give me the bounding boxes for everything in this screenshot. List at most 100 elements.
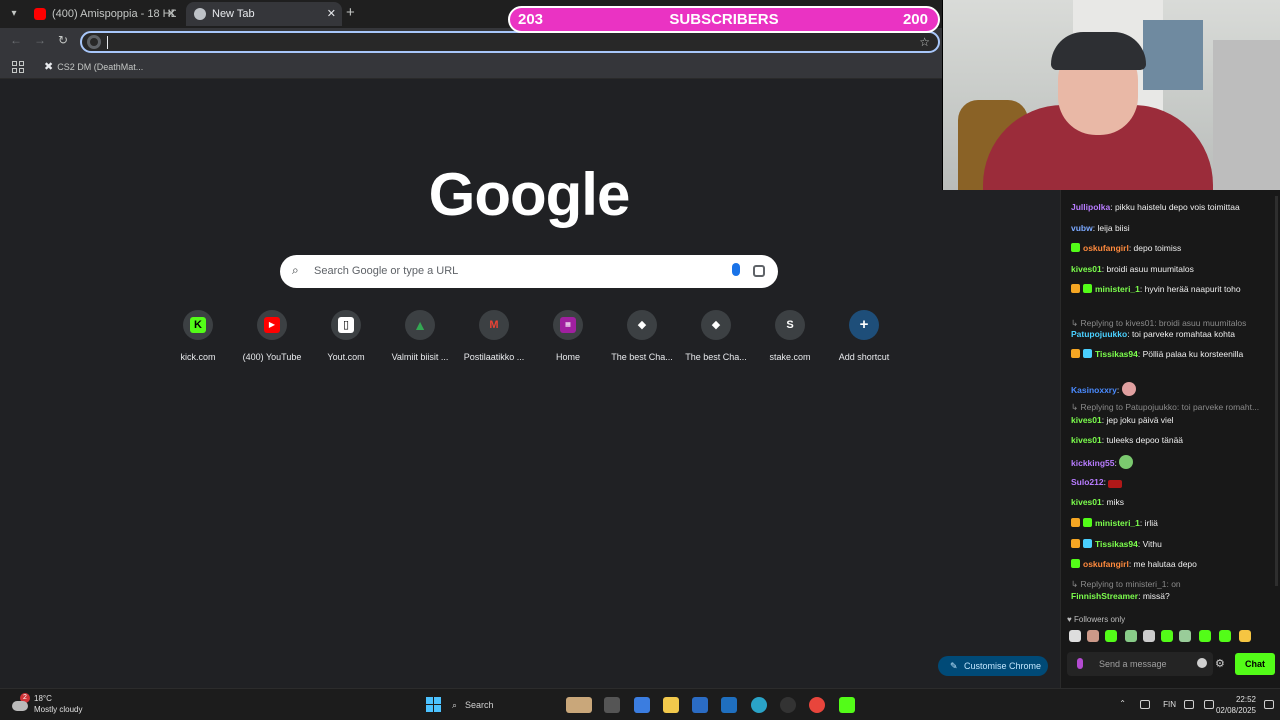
badge-icon [1071, 518, 1080, 527]
badge-icon [1071, 559, 1080, 568]
x-logo-icon: ✖ [44, 61, 54, 73]
copilot-icon[interactable] [634, 697, 650, 713]
shortcut-stake[interactable]: S stake.com [752, 310, 828, 362]
chat-message-input[interactable]: Send a message [1067, 652, 1213, 676]
taskbar-search[interactable]: ⌕ Search [452, 696, 572, 714]
badge-icon [1083, 284, 1092, 293]
youtube-icon: ▶ [264, 317, 280, 333]
shortcut-kick[interactable]: K kick.com [160, 310, 236, 362]
pencil-icon: ✎ [950, 661, 958, 671]
shortcut-gmail[interactable]: M Postilaatikko ... [456, 310, 532, 362]
chat-message: kives01: jep joku päivä viel [1071, 415, 1174, 425]
cloud-icon [12, 701, 28, 711]
tab-label: (400) Amispoppia - 18 HD - Yo [52, 8, 176, 20]
close-tab-icon[interactable]: ✕ [167, 2, 176, 26]
language-indicator[interactable]: FIN [1163, 700, 1176, 709]
back-icon[interactable]: ← [10, 33, 22, 47]
network-icon[interactable] [1140, 700, 1150, 709]
tab-label: New Tab [212, 8, 255, 20]
plus-icon: + [859, 316, 869, 333]
badge-icon [1083, 539, 1092, 548]
close-tab-icon[interactable]: ✕ [327, 2, 336, 26]
wifi-icon[interactable] [1184, 700, 1194, 709]
forward-icon[interactable]: → [34, 33, 46, 47]
google-icon [87, 35, 101, 49]
gmail-icon: M [489, 319, 499, 331]
new-tab-icon [194, 8, 206, 20]
shortcut-label: Home [555, 352, 580, 362]
chat-message: Kasinoxxry: [1071, 382, 1267, 397]
customise-chrome-button[interactable]: ✎ Customise Chrome [938, 656, 1048, 676]
chat-message: Tissikas94: Pölliä palaa ku korsteenilla [1071, 348, 1267, 361]
clock[interactable]: 22:52 02/08/2025 [1216, 694, 1256, 716]
shortcut-drive[interactable]: ▲ Valmiit biisit ... [382, 310, 458, 362]
followers-only-notice: ♥ Followers only [1067, 615, 1126, 624]
emoji-icon[interactable] [1197, 658, 1207, 668]
edge-icon[interactable] [751, 697, 767, 713]
gear-icon[interactable]: ⚙ [1215, 657, 1225, 670]
file-explorer-icon[interactable] [663, 697, 679, 713]
google-logo: Google [428, 161, 631, 228]
media-player-icon[interactable] [780, 697, 796, 713]
search-placeholder: Search Google or type a URL [314, 265, 459, 277]
bookmark-label: CS2 DM (DeathMat... [57, 62, 144, 72]
chevron-up-icon[interactable]: ⌃ [1119, 699, 1126, 708]
search-box[interactable]: ⌕ Search Google or type a URL [280, 255, 778, 288]
tab-youtube[interactable]: (400) Amispoppia - 18 HD - Yo ✕ [26, 2, 182, 26]
chat-message: oskufangirl: depo toimiss [1071, 242, 1267, 255]
weather-widget[interactable]: 2 18°C Mostly cloudy [12, 693, 82, 715]
shortcut-yout[interactable]: ▯ Yout.com [308, 310, 384, 362]
youtube-icon [34, 8, 46, 20]
shortcut-label: (400) YouTube [242, 352, 302, 362]
chat-placeholder: Send a message [1099, 659, 1167, 669]
emote-bar[interactable] [1069, 630, 1259, 644]
reload-icon[interactable]: ↻ [58, 33, 68, 47]
microphone-icon[interactable] [732, 263, 740, 276]
dice-icon: ◆ [711, 319, 721, 331]
address-bar[interactable]: ☆ [80, 31, 940, 53]
task-view-icon[interactable] [604, 697, 620, 713]
shortcut-youtube[interactable]: ▶ (400) YouTube [234, 310, 310, 362]
tab-search-icon[interactable]: ▾ [6, 6, 22, 22]
badge-icon [1071, 349, 1080, 358]
subscriber-goal: 200 [902, 11, 928, 28]
chrome-icon[interactable] [809, 697, 825, 713]
shortcut-label: Add shortcut [838, 352, 890, 362]
shortcut-label: Postilaatikko ... [463, 352, 525, 362]
text-caret [107, 36, 108, 49]
chat-scrollbar[interactable] [1275, 196, 1278, 586]
shortcut-best-cha-2[interactable]: ◆ The best Cha... [678, 310, 754, 362]
windows-start-icon[interactable] [426, 697, 442, 713]
new-tab-button[interactable]: + [346, 4, 355, 21]
shortcut-label: The best Cha... [685, 352, 747, 362]
shortcut-add[interactable]: + Add shortcut [826, 310, 902, 362]
outlook-icon[interactable] [721, 697, 737, 713]
badge-icon [1071, 243, 1080, 252]
search-icon: ⌕ [292, 263, 299, 277]
chat-message: kives01: broidi asuu muumitalos [1071, 264, 1194, 274]
chat-message: Jullipolka: pikku haistelu depo vois toi… [1071, 202, 1240, 212]
microphone-icon[interactable] [1077, 658, 1083, 669]
home-site-icon: ▦ [560, 317, 576, 333]
subscriber-title: SUBSCRIBERS [669, 11, 779, 28]
shortcut-best-cha-1[interactable]: ◆ The best Cha... [604, 310, 680, 362]
volume-icon[interactable] [1204, 700, 1214, 709]
bookmark-cs2dm[interactable]: ✖ CS2 DM (DeathMat... [44, 60, 143, 73]
google-drive-icon: ▲ [413, 317, 427, 333]
apps-grid-icon[interactable] [12, 61, 24, 73]
badge-icon [1071, 539, 1080, 548]
chat-send-button[interactable]: Chat [1235, 653, 1275, 675]
store-icon[interactable] [692, 697, 708, 713]
search-highlight-icon[interactable] [566, 697, 592, 713]
chat-message: Tissikas94: Vithu [1071, 538, 1267, 551]
subscriber-goal-overlay: 203 SUBSCRIBERS 200 [508, 6, 940, 33]
notifications-icon[interactable] [1264, 700, 1274, 709]
chat-message: ministeri_1: irliä [1071, 517, 1267, 530]
tab-new-tab[interactable]: New Tab ✕ [186, 2, 342, 26]
bookmark-star-icon[interactable]: ☆ [919, 33, 930, 51]
shortcut-home[interactable]: ▦ Home [530, 310, 606, 362]
screen: ▾ (400) Amispoppia - 18 HD - Yo ✕ New Ta… [0, 0, 1280, 720]
emote-icon [1121, 382, 1136, 396]
kick-icon[interactable] [839, 697, 855, 713]
lens-icon[interactable] [753, 265, 765, 277]
